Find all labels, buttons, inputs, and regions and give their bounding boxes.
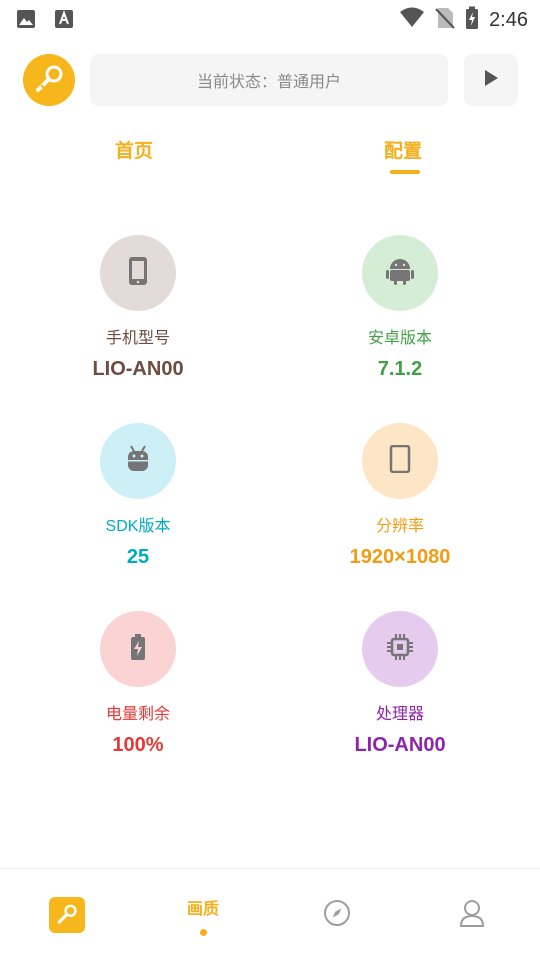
status-bar: 2:46 [0,0,540,38]
nav-item-profile[interactable] [457,869,487,961]
card-icon-bg [362,235,438,311]
user-status-text: 当前状态：普通用户 [196,74,341,91]
info-card-android-version: 安卓版本 7.1.2 [265,235,535,381]
card-icon-bg [100,235,176,311]
card-value: 7.1.2 [377,358,423,380]
app-logo-icon [49,897,85,933]
card-icon-bg [100,611,176,687]
info-card-processor: 处理器 LIO-AN00 [265,611,535,757]
card-label: 手机型号 [105,330,170,347]
card-label: 安卓版本 [367,330,432,347]
card-icon-bg [362,611,438,687]
active-tab-indicator [390,170,420,174]
user-icon [459,899,485,931]
card-value: LIO-AN00 [92,358,184,380]
card-value: 1920×1080 [349,546,451,568]
font-icon [54,9,74,33]
tab-home[interactable]: 首页 [115,136,153,163]
card-value: 25 [126,546,150,568]
nav-item-discover[interactable] [322,869,352,961]
play-icon [483,69,499,91]
compass-icon [323,899,351,931]
info-card-sdk-version: SDK版本 25 [3,423,273,569]
active-nav-dot [199,928,207,936]
bottom-nav: 画质 [0,868,540,961]
clock-text: 2:46 [489,8,528,31]
battery-icon [130,633,146,665]
card-icon-bg [362,423,438,499]
card-value: LIO-AN00 [354,734,446,756]
phone-icon [127,256,149,290]
header: 当前状态：普通用户 [0,54,540,108]
card-label: 电量剩余 [105,706,170,723]
card-label: 处理器 [375,706,424,723]
info-card-battery: 电量剩余 100% [3,611,273,757]
cpu-icon [386,633,414,665]
card-label: 分辨率 [375,518,424,535]
wifi-icon [399,7,425,33]
android-icon [385,256,415,290]
android-head-icon [125,444,151,478]
tablet-icon [389,444,411,477]
nav-label-quality: 画质 [186,900,219,918]
battery-charging-icon [465,6,479,34]
app-logo-icon[interactable] [23,54,75,106]
info-card-resolution: 分辨率 1920×1080 [265,423,535,569]
card-label: SDK版本 [105,518,171,535]
card-value: 100% [112,734,164,756]
info-card-model: 手机型号 LIO-AN00 [3,235,273,381]
tab-config[interactable]: 配置 [384,136,422,163]
nav-item-quality[interactable]: 画质 [170,869,236,961]
nav-item-home[interactable] [49,869,85,961]
tab-bar: 首页 配置 [0,130,540,180]
user-status-box[interactable]: 当前状态：普通用户 [90,54,448,106]
play-button[interactable] [464,54,518,106]
no-sim-icon [435,6,455,34]
card-icon-bg [100,423,176,499]
image-icon [16,9,36,33]
